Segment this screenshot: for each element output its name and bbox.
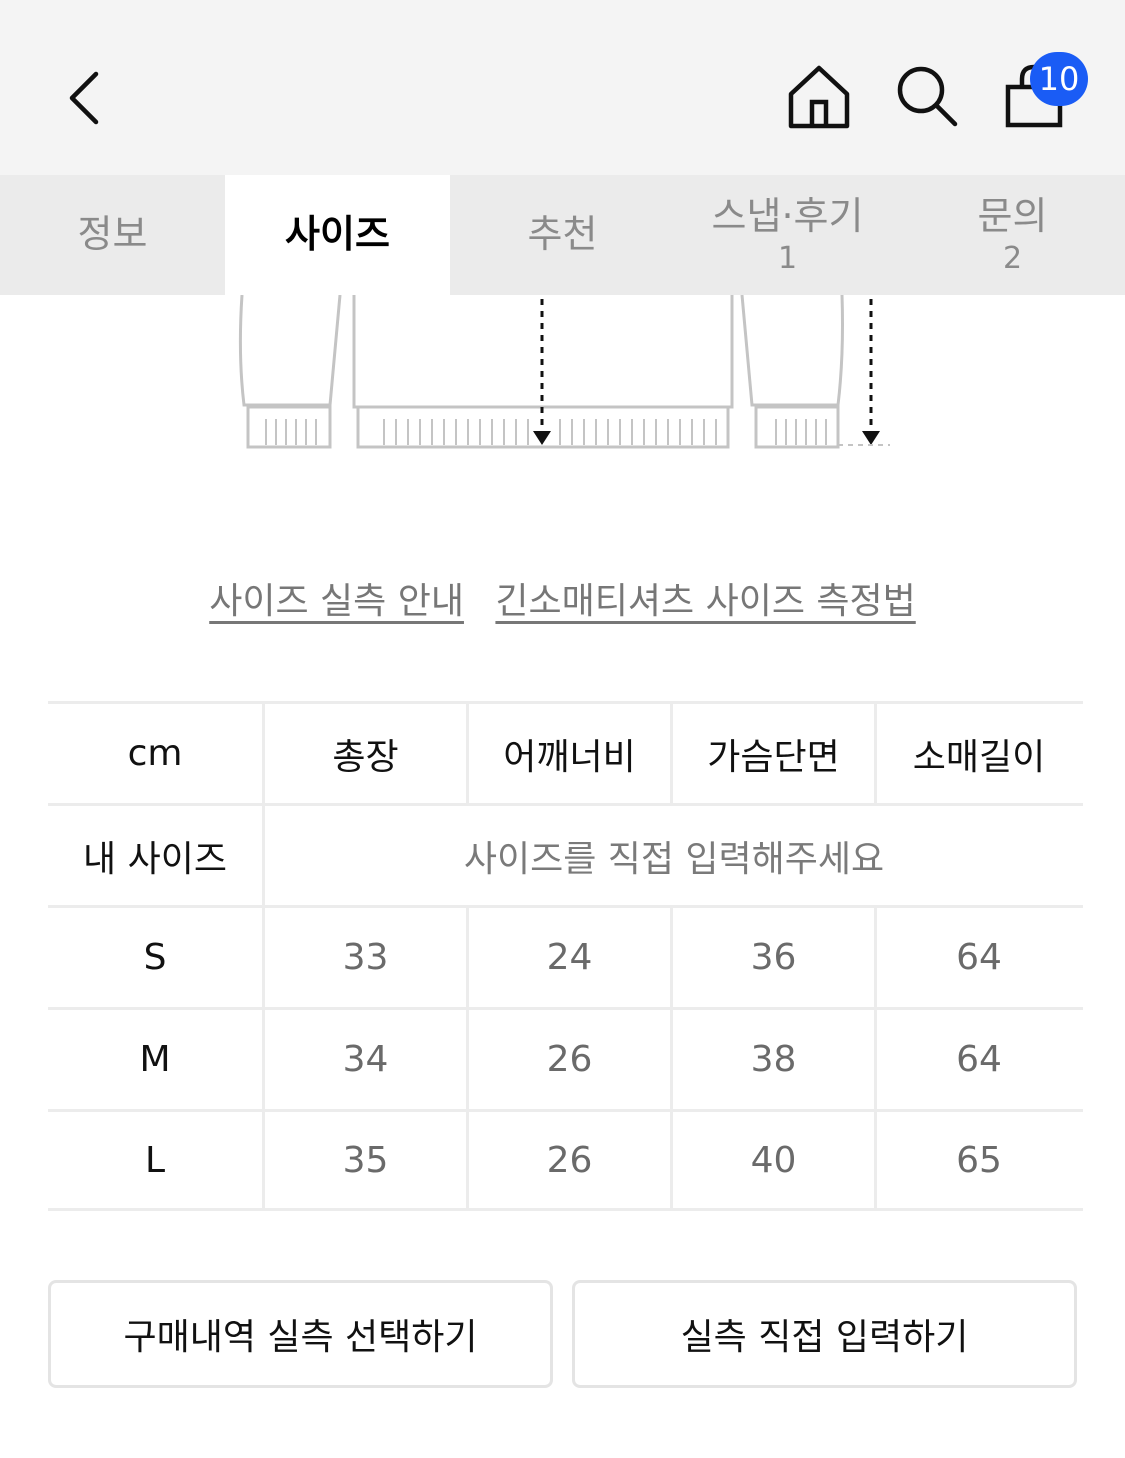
tab-label: 추천: [527, 212, 598, 257]
back-button[interactable]: [60, 62, 120, 132]
tab-snap-review[interactable]: 스냅·후기 1: [675, 175, 900, 295]
unit-header: cm: [48, 704, 265, 803]
my-size-row: 내 사이즈 사이즈를 직접 입력해주세요: [48, 803, 1083, 905]
table-cell: 38: [673, 1010, 877, 1109]
home-button[interactable]: [784, 60, 854, 132]
column-header: 소매길이: [912, 736, 1046, 778]
tab-label: 스냅·후기: [711, 194, 864, 239]
search-button[interactable]: [893, 62, 961, 130]
top-app-bar: 10: [0, 0, 1125, 175]
tab-info[interactable]: 정보: [0, 175, 225, 295]
table-header-row: cm 총장 어깨너비 가슴단면 소매길이: [48, 701, 1083, 803]
cart-count-badge: 10: [1030, 52, 1088, 106]
table-cell: 33: [265, 908, 469, 1007]
search-icon: [897, 66, 958, 127]
column-header: 어깨너비: [469, 704, 673, 803]
tab-label: 문의: [977, 194, 1048, 239]
my-size-input-prompt[interactable]: 사이즈를 직접 입력해주세요: [265, 806, 1083, 905]
table-cell: 35: [265, 1112, 469, 1208]
table-cell: 65: [956, 1139, 1002, 1181]
table-cell: 64: [956, 937, 1002, 978]
tab-count: 1: [777, 240, 798, 276]
tab-label: 정보: [77, 212, 148, 257]
product-tabs: 정보 사이즈 추천 스냅·후기 1 문의 2: [0, 175, 1125, 295]
table-cell: 34: [265, 1010, 469, 1109]
garment-size-diagram: [238, 295, 890, 449]
my-size-label: 내 사이즈: [48, 806, 265, 905]
table-cell: 40: [673, 1112, 877, 1208]
table-cell: 64: [956, 1039, 1002, 1080]
table-row: M 34 26 38 64: [48, 1007, 1083, 1109]
measure-method-link[interactable]: 긴소매티셔츠 사이즈 측정법: [495, 581, 915, 622]
size-table: cm 총장 어깨너비 가슴단면 소매길이 내 사이즈 사이즈를 직접 입력해주세…: [48, 701, 1083, 1211]
direct-input-button[interactable]: 실측 직접 입력하기: [572, 1280, 1077, 1388]
size-label: M: [48, 1010, 265, 1109]
table-cell: 24: [469, 908, 673, 1007]
column-header: 가슴단면: [673, 704, 877, 803]
chevron-left-icon: [69, 71, 99, 125]
table-row: L 35 26 40 65: [48, 1109, 1083, 1211]
tab-recommend[interactable]: 추천: [450, 175, 675, 295]
table-cell: 26: [469, 1010, 673, 1109]
column-header: 총장: [265, 704, 469, 803]
home-icon: [788, 65, 850, 129]
select-purchase-history-button[interactable]: 구매내역 실측 선택하기: [48, 1280, 553, 1388]
tab-size[interactable]: 사이즈: [225, 175, 450, 295]
size-label: S: [48, 908, 265, 1007]
tab-inquiry[interactable]: 문의 2: [900, 175, 1125, 295]
tab-count: 2: [1002, 240, 1023, 276]
table-row: S 33 24 36 64: [48, 905, 1083, 1007]
table-cell: 26: [469, 1112, 673, 1208]
table-cell: 36: [673, 908, 877, 1007]
tab-label: 사이즈: [285, 212, 390, 257]
size-guide-link[interactable]: 사이즈 실측 안내: [209, 581, 464, 622]
size-label: L: [48, 1112, 265, 1208]
size-links: 사이즈 실측 안내 긴소매티셔츠 사이즈 측정법: [0, 572, 1125, 624]
